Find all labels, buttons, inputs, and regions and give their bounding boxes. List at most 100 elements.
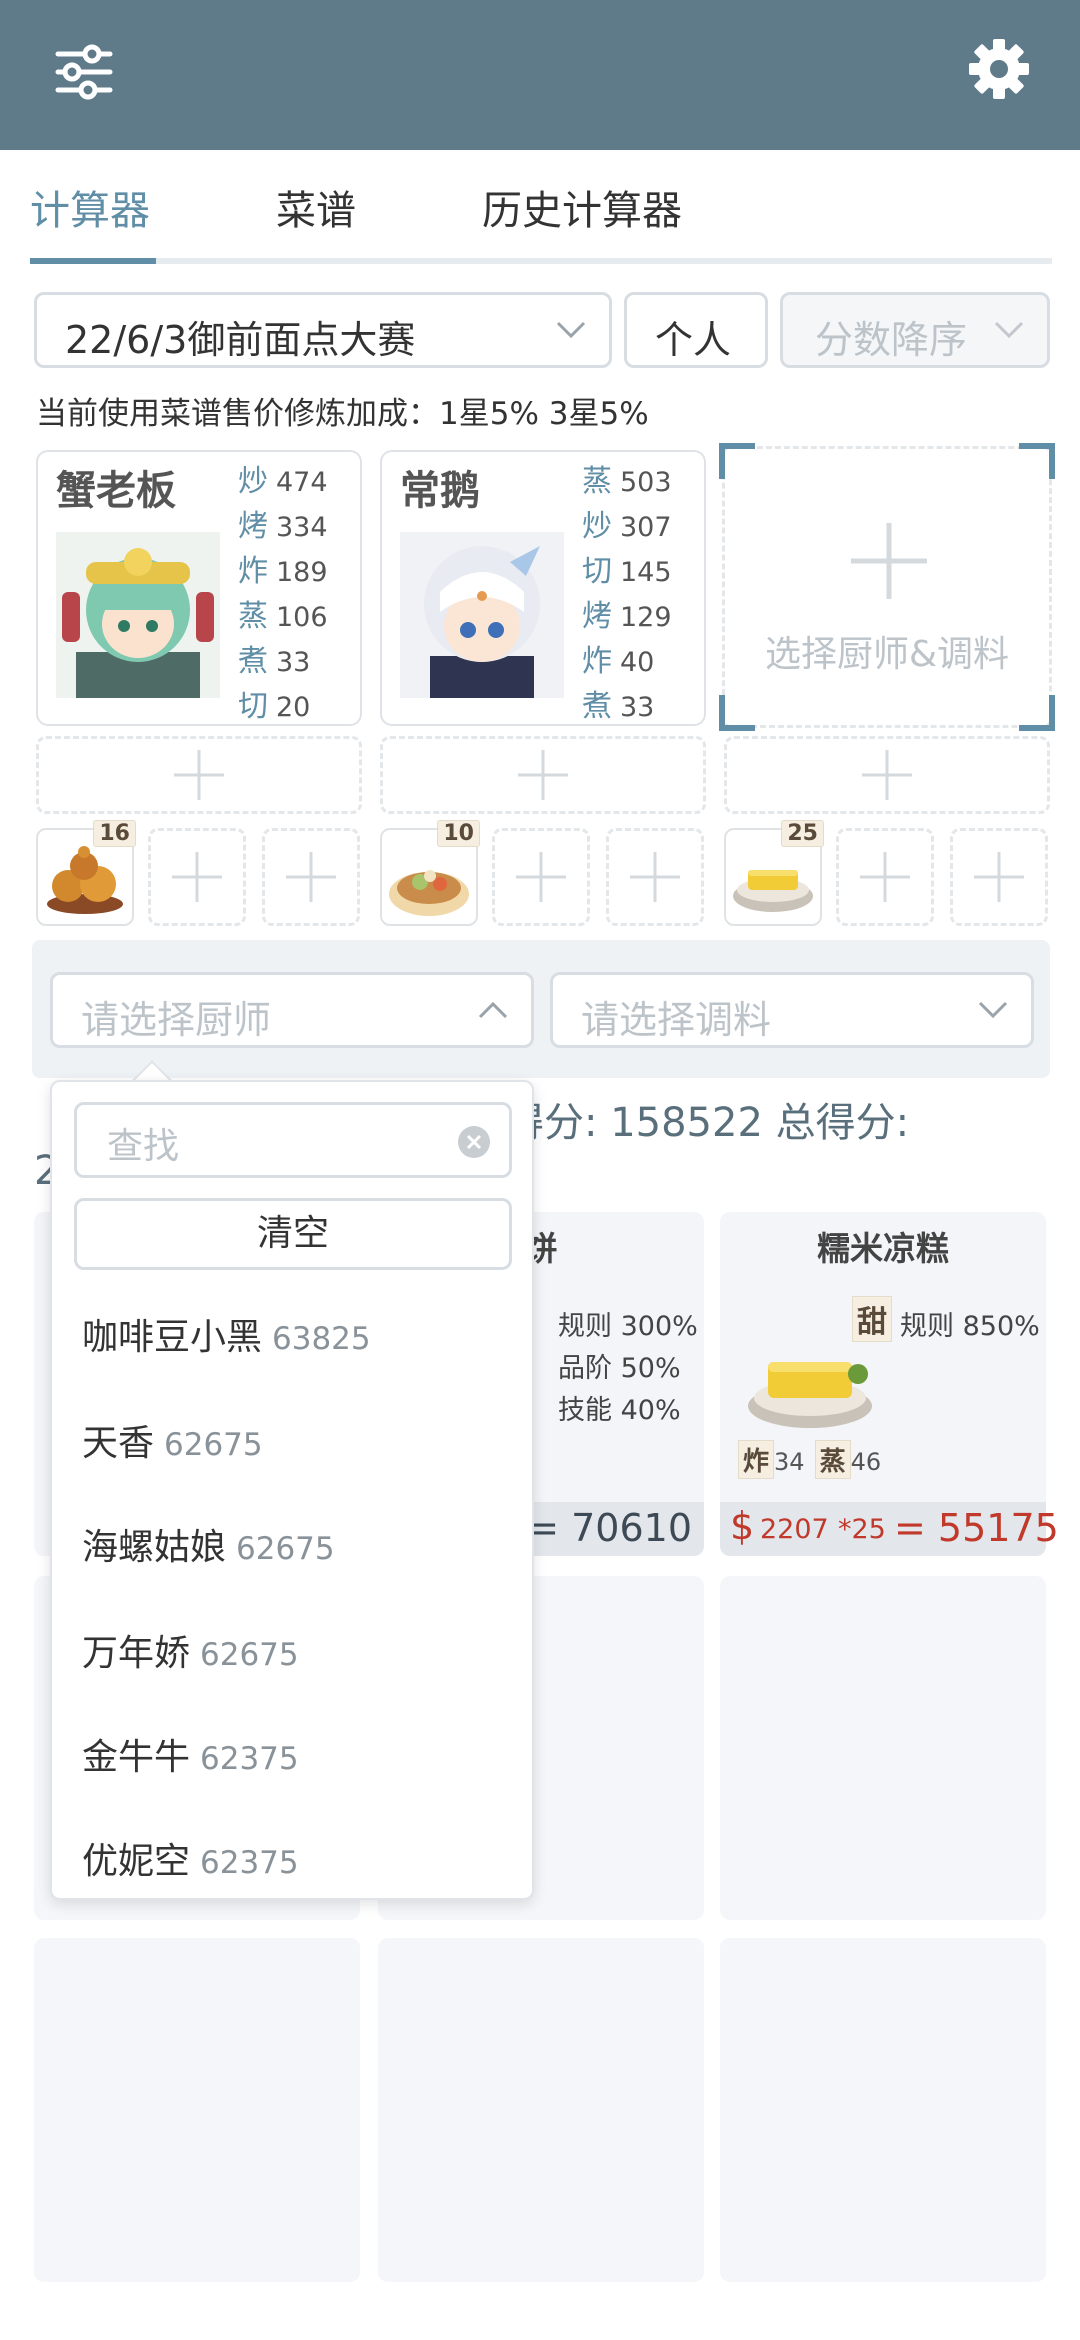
chef-portrait	[56, 532, 220, 698]
clear-circle-icon[interactable]	[457, 1125, 491, 1159]
chef-select[interactable]: 请选择厨师	[50, 972, 534, 1048]
dish-slot[interactable]	[492, 828, 590, 926]
chef-option[interactable]: 咖啡豆小黑 63825	[82, 1308, 371, 1360]
skill-type: 烤	[238, 509, 268, 544]
dish-slot[interactable]: 16	[36, 820, 136, 926]
chef-skills: 蒸 503 炒 307 切 145 烤 129 炸 40 煮 33	[582, 456, 702, 726]
skill-value: 474	[276, 467, 328, 498]
chef-option[interactable]: 海螺姑娘 62675	[82, 1518, 335, 1570]
plus-icon	[174, 750, 224, 800]
chevron-down-icon	[556, 321, 586, 339]
skill-row: 烤 129	[582, 591, 702, 636]
skill-value: 33	[620, 692, 655, 723]
sort-select[interactable]: 分数降序	[780, 292, 1050, 368]
chef-card-2[interactable]: 常鹅 蒸 503 炒 307 切 145 烤 129 炸 40 煮 33	[380, 450, 706, 726]
corner-mark	[1019, 695, 1055, 731]
seasoning-select[interactable]: 请选择调料	[550, 972, 1034, 1048]
skill-row: 切 20	[238, 681, 358, 726]
chef-option-name: 优妮空	[82, 1841, 191, 1882]
empty-dish-card[interactable]	[720, 1938, 1046, 2282]
skill-row: 炒 474	[238, 456, 358, 501]
price-multiplier: *25	[838, 1514, 886, 1545]
skill-value: 20	[276, 692, 311, 723]
dish-card[interactable]: 糯米凉糕 甜 规则 850% 炸 34 蒸 46 $ 2207 *25 = 55175	[720, 1212, 1059, 1556]
empty-dish-card[interactable]	[720, 1576, 1046, 1920]
dish-slot[interactable]: 10	[380, 820, 480, 926]
dish-slot[interactable]: 25	[724, 820, 824, 926]
plus-icon	[516, 852, 566, 902]
skill-value: 129	[620, 602, 672, 633]
dish-condition: 规则 850%	[900, 1311, 1040, 1342]
plus-icon	[286, 852, 336, 902]
dish-count: 16	[93, 820, 136, 847]
tab-active-indicator	[30, 258, 156, 264]
app-header	[0, 0, 1080, 150]
chef-dropdown: 查找 清空 咖啡豆小黑 63825 天香 62675 海螺姑娘 62675 万年娇 62…	[50, 1080, 534, 1900]
equipment-slot[interactable]	[36, 736, 362, 814]
empty-dish-card[interactable]	[378, 1938, 704, 2282]
skill-row: 炒 307	[582, 501, 702, 546]
skill-tag: 蒸	[814, 1440, 851, 1479]
skill-type: 炸	[582, 644, 612, 679]
mode-select[interactable]: 个人	[624, 292, 768, 368]
plus-icon	[518, 750, 568, 800]
plus-icon	[172, 852, 222, 902]
score-value: 158522	[610, 1100, 763, 1146]
dish-count: 25	[781, 820, 824, 847]
tab-track	[30, 258, 1052, 264]
chef-option-score: 62375	[200, 1845, 299, 1881]
dish-image	[748, 1362, 872, 1428]
skill-value: 145	[620, 557, 672, 588]
chevron-down-icon	[994, 321, 1024, 339]
skill-value: 33	[276, 647, 311, 678]
skill-row: 煮 33	[582, 681, 702, 726]
chef-option-name: 金牛牛	[82, 1737, 191, 1778]
chef-skills: 炒 474 烤 334 炸 189 蒸 106 煮 33 切 20	[238, 456, 358, 726]
chef-name: 蟹老板	[56, 468, 176, 514]
skill-row: 炸 40	[582, 636, 702, 681]
chef-option[interactable]: 金牛牛 62375	[82, 1728, 299, 1780]
skill-type: 炒	[582, 509, 612, 544]
chef-option-name: 咖啡豆小黑	[82, 1317, 263, 1358]
skill-type: 烤	[582, 599, 612, 634]
corner-mark	[1019, 443, 1055, 479]
chef-option[interactable]: 万年娇 62675	[82, 1624, 299, 1676]
empty-dish-card[interactable]	[34, 1938, 360, 2282]
chef-option[interactable]: 天香 62675	[82, 1414, 263, 1466]
tab-calculator[interactable]: 计算器	[30, 178, 150, 236]
chef-option[interactable]: 优妮空 62375	[82, 1832, 299, 1884]
dish-slot[interactable]	[148, 828, 246, 926]
dish-slot[interactable]	[606, 828, 704, 926]
chef-card-1[interactable]: 蟹老板 炒 474 烤 334 炸 189 蒸 106 煮 33 切 20	[36, 450, 362, 726]
dish-slot[interactable]	[950, 828, 1048, 926]
dish-skill-tags: 炸 34 蒸 46	[738, 1440, 881, 1479]
skill-value: 334	[276, 512, 328, 543]
skill-row: 烤 334	[238, 501, 358, 546]
clear-button[interactable]: 清空	[74, 1198, 512, 1270]
dish-slot[interactable]	[836, 828, 934, 926]
tab-recipes[interactable]: 菜谱	[276, 178, 356, 236]
chef-option-name: 天香	[82, 1423, 155, 1464]
corner-mark	[719, 695, 755, 731]
contest-select[interactable]: 22/6/3御前面点大赛	[34, 292, 612, 368]
skill-type: 蒸	[238, 599, 268, 634]
dish-slot[interactable]	[262, 828, 360, 926]
gear-icon[interactable]	[966, 36, 1032, 102]
chevron-down-icon	[978, 1001, 1008, 1019]
skill-type: 煮	[582, 689, 612, 724]
chef-search-field[interactable]: 查找	[74, 1102, 512, 1178]
plus-icon	[974, 852, 1024, 902]
chef-option-name: 海螺姑娘	[82, 1527, 227, 1568]
sliders-icon[interactable]	[52, 40, 116, 104]
tab-bar: 计算器 菜谱 历史计算器	[30, 150, 1052, 266]
total-score-label: 总得分:	[762, 1100, 910, 1146]
tab-history-calculator[interactable]: 历史计算器	[482, 178, 682, 236]
add-chef-card[interactable]: 选择厨师&调料	[719, 443, 1055, 731]
chef-option-name: 万年娇	[82, 1633, 191, 1674]
add-chef-label: 选择厨师&调料	[764, 634, 1010, 675]
equipment-slot[interactable]	[724, 736, 1050, 814]
equipment-slot[interactable]	[380, 736, 706, 814]
skill-type: 煮	[238, 644, 268, 679]
skill-tag-value: 34	[774, 1448, 805, 1476]
skill-tag-value: 46	[850, 1448, 882, 1476]
